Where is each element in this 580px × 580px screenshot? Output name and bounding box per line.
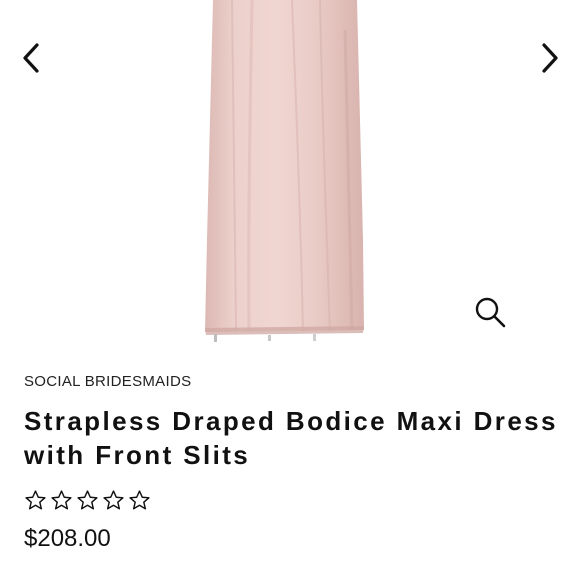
star-rating[interactable] (24, 488, 564, 512)
star-outline-icon[interactable] (102, 489, 125, 512)
product-brand[interactable]: SOCIAL BRIDESMAIDS (24, 372, 564, 392)
product-price: $208.00 (24, 525, 111, 552)
chevron-left-icon (23, 43, 39, 73)
star-outline-icon[interactable] (24, 489, 47, 512)
star-outline-icon[interactable] (76, 489, 99, 512)
product-info: SOCIAL BRIDESMAIDS Strapless Draped Bodi… (24, 372, 564, 554)
zoom-button[interactable] (470, 292, 510, 332)
product-title: Strapless Draped Bodice Maxi Dress with … (24, 406, 558, 470)
previous-image-button[interactable] (14, 38, 48, 78)
star-outline-icon[interactable] (128, 489, 151, 512)
product-image-gallery[interactable] (0, 0, 580, 350)
magnifier-icon (475, 297, 506, 328)
star-outline-icon[interactable] (50, 489, 73, 512)
chevron-right-icon (542, 43, 558, 73)
next-image-button[interactable] (533, 38, 567, 78)
